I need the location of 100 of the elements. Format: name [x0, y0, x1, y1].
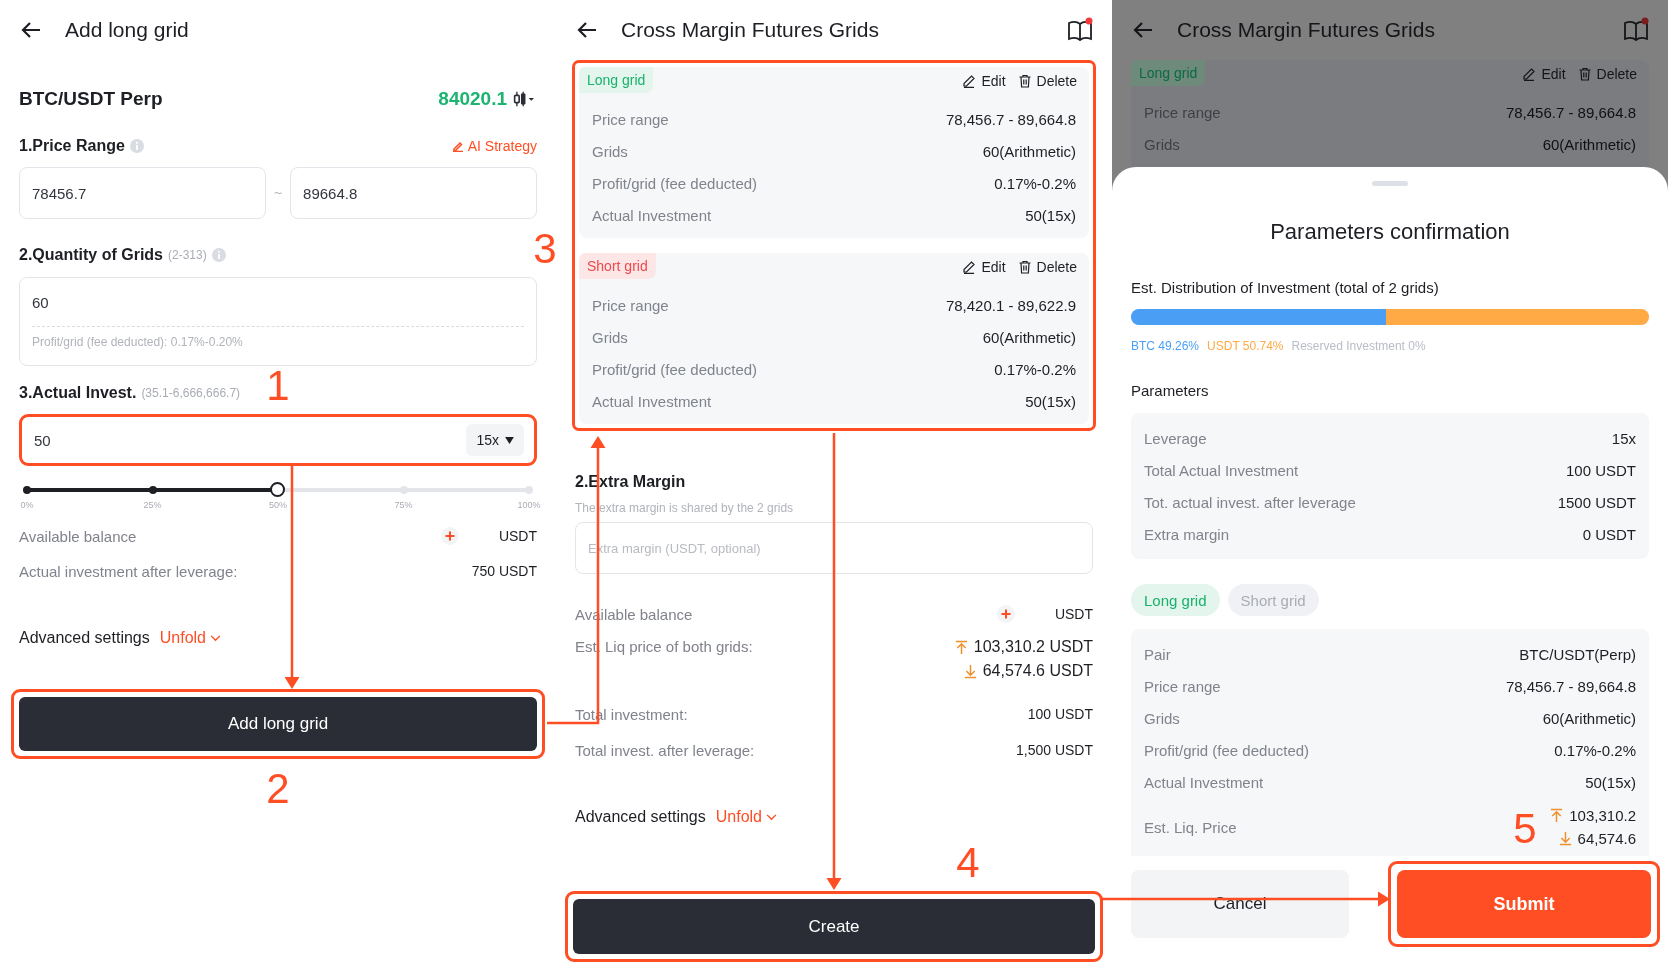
row-label: Profit/grid (fee deducted) — [592, 174, 758, 192]
edit-button[interactable]: Edit — [962, 73, 1006, 89]
row-label: Price range — [1144, 103, 1221, 121]
row-label: Extra margin — [1144, 525, 1230, 543]
slider-step-dot — [525, 486, 533, 494]
row-value: 0.17%-0.2% — [1554, 741, 1636, 759]
pencil-icon — [962, 74, 977, 88]
parameters-heading: Parameters — [1131, 381, 1210, 401]
plus-icon[interactable] — [996, 605, 1015, 623]
row-value: 0.17%-0.2% — [994, 174, 1076, 192]
slider-tick-label: 25% — [143, 500, 162, 510]
row-label: Grids — [1144, 135, 1180, 153]
arrow-up-to-line-icon — [954, 639, 968, 655]
chevron-down-icon — [210, 634, 221, 642]
row-label: Profit/grid (fee deducted) — [1144, 741, 1310, 759]
grid-type-tag: Long grid — [579, 67, 654, 93]
arrow-up-to-line-icon — [1550, 808, 1564, 823]
row-value: 15x — [1611, 429, 1636, 447]
distribution-legend: USDT 50.74% — [1207, 339, 1284, 353]
liquidation-price-low: 64,574.6 — [1577, 830, 1636, 847]
slider-step-dot — [399, 486, 408, 494]
delete-button[interactable]: Delete — [1017, 73, 1077, 89]
row-label: Price range — [592, 110, 669, 128]
row-label: Actual Investment — [592, 206, 712, 224]
row-value: BTC/USDT(Perp) — [1519, 645, 1636, 663]
trash-icon — [1017, 74, 1032, 88]
profit-hint: Profit/grid (fee deducted): 0.17%-0.20% — [32, 335, 244, 349]
row-label: Grids — [592, 142, 628, 160]
row-value: 1500 USDT — [1557, 493, 1636, 511]
slider-tick-label: 100% — [517, 500, 541, 510]
distribution-label: Est. Distribution of Investment (total of 2 grids) — [1131, 278, 1440, 298]
edit-button[interactable]: Edit — [1522, 66, 1566, 82]
row-label: Leverage — [1144, 429, 1207, 447]
row-label: Total Actual Investment — [1144, 461, 1299, 479]
slider-tick-label: 50% — [269, 500, 287, 510]
plus-icon[interactable] — [440, 527, 459, 545]
liquidation-price-high: 103,310.2 USDT — [973, 638, 1093, 656]
advanced-settings-label: Advanced settings — [575, 808, 706, 826]
range-hint: (35.1-6,666,666.7) — [141, 386, 241, 400]
create-button[interactable]: Create — [573, 899, 1095, 954]
trash-icon — [1577, 67, 1592, 81]
book-icon[interactable] — [1067, 17, 1093, 43]
grid-type-tag: Long grid — [1131, 60, 1206, 86]
step-number: 1 — [266, 362, 290, 409]
step-number: 2 — [266, 765, 290, 812]
arrow-down-to-line-icon — [963, 663, 977, 679]
pencil-icon — [1522, 67, 1537, 81]
step-number: 5 — [1513, 805, 1537, 852]
delete-button[interactable]: Delete — [1577, 66, 1637, 82]
investment-field[interactable]: 50 15x — [24, 419, 532, 461]
row-label: Profit/grid (fee deducted) — [592, 360, 758, 378]
screen-title: Cross Margin Futures Grids — [1177, 18, 1436, 42]
row-label: Grids — [1144, 709, 1180, 727]
liquidation-price-high: 103,310.2 — [1569, 807, 1636, 824]
row-value: 78,456.7 - 89,664.8 — [1505, 103, 1636, 121]
row-value: 60(Arithmetic) — [1542, 135, 1636, 153]
distribution-legend: BTC 49.26% — [1131, 339, 1200, 353]
delete-button[interactable]: Delete — [1017, 259, 1077, 275]
row-value: 78,456.7 - 89,664.8 — [945, 110, 1076, 128]
row-value: USDT — [498, 528, 537, 544]
range-separator: ~ — [273, 185, 283, 201]
slider-tick-label: 75% — [394, 500, 413, 510]
section-label: 2.Quantity of Grids — [19, 246, 163, 264]
max-price-field[interactable]: 89664.8 — [290, 167, 537, 219]
row-label: Actual Investment — [592, 392, 712, 410]
row-value: 750 USDT — [471, 563, 537, 579]
row-value: 50(15x) — [1025, 206, 1076, 224]
liquidation-price-low: 64,574.6 USDT — [982, 662, 1093, 680]
row-label: Actual investment after leverage: — [19, 562, 238, 580]
row-label: Grids — [592, 328, 628, 346]
slider-thumb[interactable] — [270, 482, 285, 497]
distribution-legend: Reserved Investment 0% — [1291, 339, 1426, 353]
leverage-button[interactable]: 15x — [466, 424, 524, 456]
row-value: 0 USDT — [1582, 525, 1636, 543]
row-value: USDT — [1054, 606, 1093, 622]
row-value: 78,456.7 - 89,664.8 — [1505, 677, 1636, 695]
grid-quantity-field[interactable]: 60 — [32, 278, 524, 326]
pencil-icon — [962, 260, 977, 274]
pencil-icon — [451, 140, 464, 152]
row-value: 78,420.1 - 89,622.9 — [945, 296, 1076, 314]
step-number: 3 — [533, 225, 557, 272]
row-label: Available balance — [19, 527, 137, 545]
screen-title: Add long grid — [65, 18, 190, 42]
trash-icon — [1017, 260, 1032, 274]
row-label: Tot. actual invest. after leverage — [1144, 493, 1356, 511]
last-price: 84020.1 — [438, 88, 507, 110]
step-number: 4 — [956, 839, 980, 886]
add-long-grid-button[interactable]: Add long grid — [19, 697, 537, 751]
row-value: 50(15x) — [1585, 773, 1636, 791]
grid-type-tag: Short grid — [579, 253, 656, 279]
row-value: 100 USDT — [1027, 706, 1093, 722]
drag-handle[interactable] — [1372, 181, 1408, 186]
slider-step-dot — [23, 486, 31, 494]
row-label: Total invest. after leverage: — [575, 741, 755, 759]
advanced-settings-label: Advanced settings — [19, 629, 150, 647]
row-value: 100 USDT — [1565, 461, 1636, 479]
min-price-field[interactable]: 78456.7 — [19, 167, 266, 219]
candlestick-icon[interactable] — [513, 90, 537, 108]
edit-button[interactable]: Edit — [962, 259, 1006, 275]
section-label: 1.Price Range — [19, 137, 125, 155]
